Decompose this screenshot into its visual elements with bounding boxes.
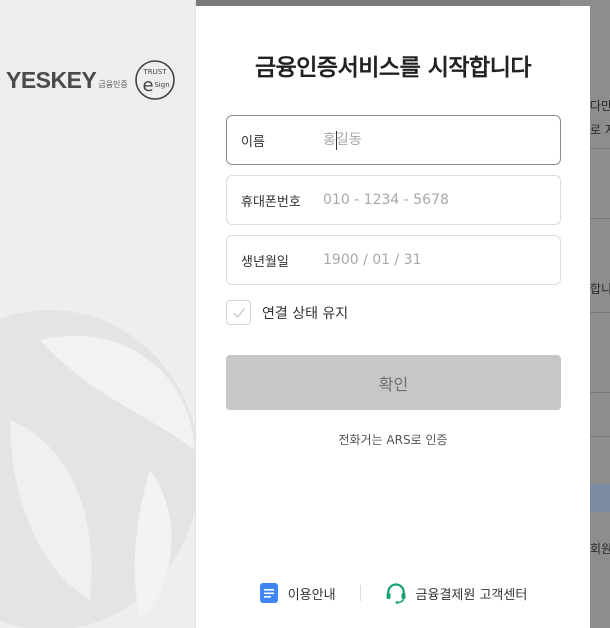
background-text: 회원	[590, 542, 610, 556]
customer-center-link[interactable]: 금융결제원 고객센터	[385, 582, 528, 604]
name-input[interactable]	[323, 125, 560, 155]
background-button	[590, 484, 610, 512]
background-divider	[590, 392, 610, 393]
yeskey-wordmark: YESKEY	[6, 66, 97, 93]
text-caret	[336, 131, 337, 150]
background-divider	[590, 312, 610, 313]
phone-field[interactable]: 휴대폰번호	[226, 175, 561, 225]
name-label: 이름	[241, 134, 265, 150]
background-text: 다만	[590, 99, 610, 113]
customer-center-label: 금융결제원 고객센터	[415, 587, 528, 603]
check-icon	[232, 307, 245, 318]
yeskey-subtitle: 금융인증	[98, 79, 128, 89]
trust-logo-letter: e	[142, 75, 153, 96]
usage-guide-label: 이용안내	[287, 587, 336, 603]
ars-auth-link[interactable]: 전화거는 ARS로 인증	[196, 431, 590, 448]
phone-input[interactable]	[323, 185, 560, 215]
background-divider	[590, 218, 610, 219]
phone-label: 휴대폰번호	[241, 194, 301, 210]
yeskey-logo: YESKEY 금융인증 TRUST e Sign	[6, 58, 176, 102]
document-icon	[259, 583, 278, 603]
auth-modal: 금융인증서비스를 시작합니다 이름 휴대폰번호 생년월일 연결 상태 유지 확인…	[196, 6, 590, 628]
background-text: 합니	[590, 282, 610, 296]
keep-connection-checkbox[interactable]	[226, 300, 251, 325]
trust-logo-bottom: Sign	[154, 81, 169, 89]
keep-connection-option[interactable]: 연결 상태 유지	[226, 300, 348, 325]
modal-title: 금융인증서비스를 시작합니다	[254, 55, 532, 81]
background-divider	[590, 436, 610, 437]
decorative-shape	[0, 310, 195, 628]
birthdate-field[interactable]: 생년월일	[226, 235, 561, 285]
birthdate-input[interactable]	[323, 245, 560, 275]
birthdate-label: 생년월일	[241, 254, 289, 270]
confirm-button[interactable]: 확인	[226, 355, 561, 410]
footer-divider	[359, 585, 361, 601]
background-divider	[590, 148, 610, 149]
name-field[interactable]: 이름	[226, 115, 561, 165]
background-text: 로 지	[590, 123, 610, 137]
trust-esign-logo: TRUST e Sign	[134, 60, 175, 100]
headset-icon	[386, 583, 406, 604]
modal-footer: 이용안내 금융결제원 고객센터	[196, 582, 590, 604]
brand-panel: YESKEY 금융인증 TRUST e Sign	[0, 0, 196, 628]
keep-connection-label: 연결 상태 유지	[262, 305, 349, 322]
usage-guide-link[interactable]: 이용안내	[259, 582, 336, 604]
